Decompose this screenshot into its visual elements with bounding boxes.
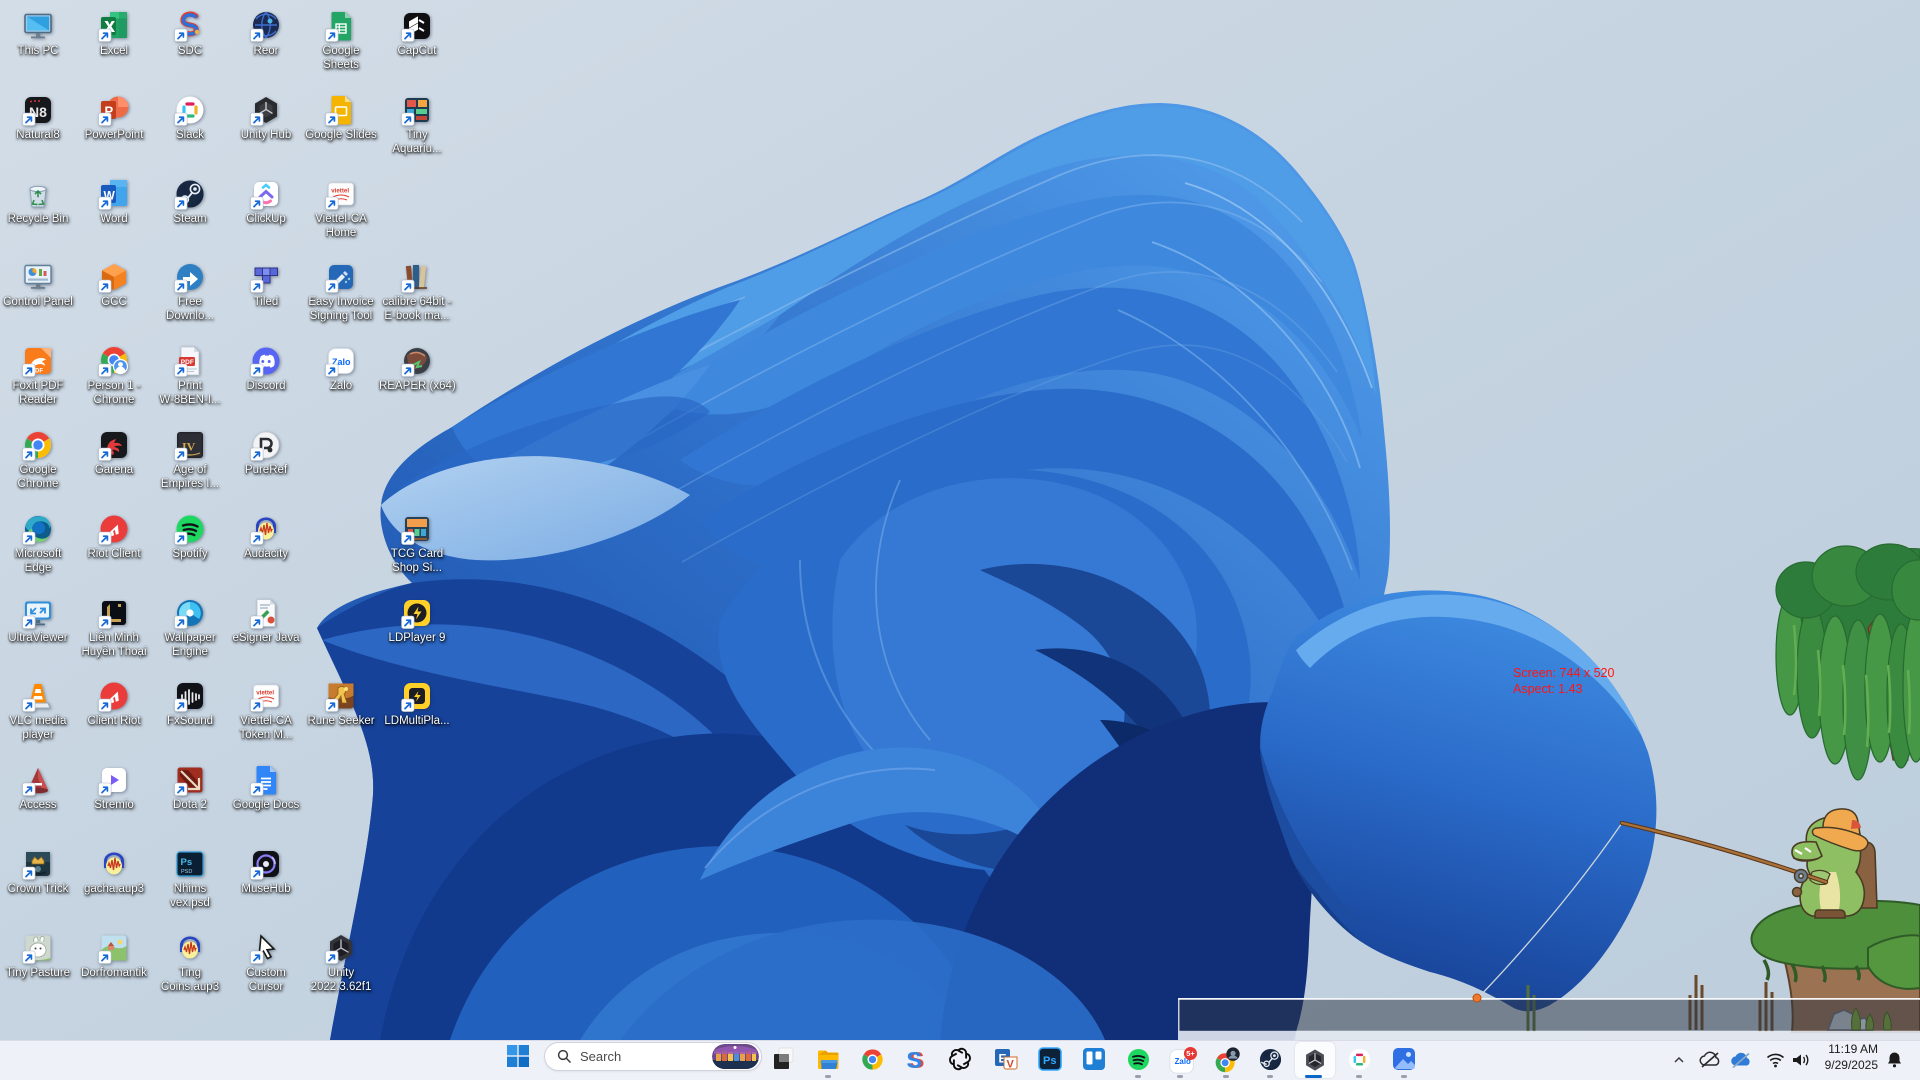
svg-text:Ps: Ps: [1043, 1055, 1056, 1067]
svg-text:PSD: PSD: [181, 869, 192, 875]
svg-text:viettel: viettel: [256, 690, 274, 697]
svg-text:viettel: viettel: [331, 188, 349, 195]
svg-text:5+: 5+: [1186, 1049, 1195, 1058]
svg-text:V: V: [1007, 1059, 1015, 1071]
svg-text:Ps: Ps: [181, 857, 193, 868]
svg-text:S: S: [906, 1047, 922, 1072]
svg-text:z: z: [1896, 1054, 1899, 1060]
